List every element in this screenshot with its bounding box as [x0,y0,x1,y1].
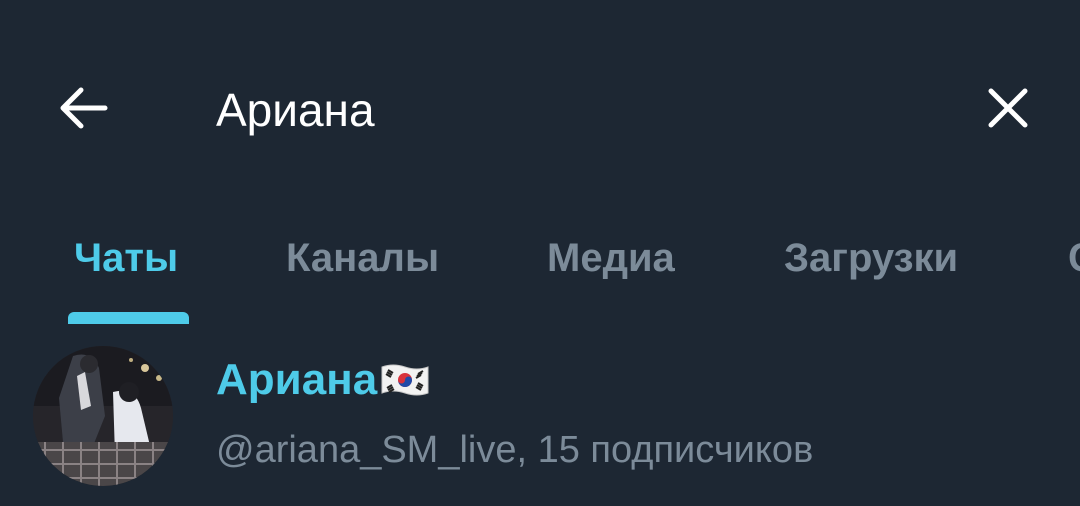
tab-label: Медиа [547,236,675,280]
search-screen: Чаты Каналы Медиа Загрузки С [0,0,1080,506]
search-input[interactable] [216,78,916,142]
result-title: Ариана [216,352,431,408]
search-tabs: Чаты Каналы Медиа Загрузки С [0,222,1080,324]
tab-label: Чаты [74,236,179,280]
clear-search-button[interactable] [974,76,1042,140]
avatar [33,346,173,486]
tab-media[interactable]: Медиа [547,222,675,324]
tab-downloads[interactable]: Загрузки [784,222,958,324]
arrow-left-icon [60,87,108,129]
search-result-row[interactable]: Ариана @ariana_SM_live, 15 подписчиков [0,330,1080,506]
back-button[interactable] [48,76,118,140]
result-subtitle: @ariana_SM_live, 15 подписчиков [216,429,814,471]
tab-label: Загрузки [784,236,959,280]
tab-label: С [1068,222,1080,294]
result-title-text: Ариана [216,355,378,404]
south-korea-flag-icon [381,364,429,396]
avatar-image [33,346,173,486]
close-icon [988,88,1028,128]
tab-label: Каналы [286,236,440,280]
tab-channels[interactable]: Каналы [286,222,439,324]
active-tab-indicator [68,312,189,324]
tab-next-partial[interactable]: С [1068,222,1080,324]
tab-chats[interactable]: Чаты [74,222,178,324]
